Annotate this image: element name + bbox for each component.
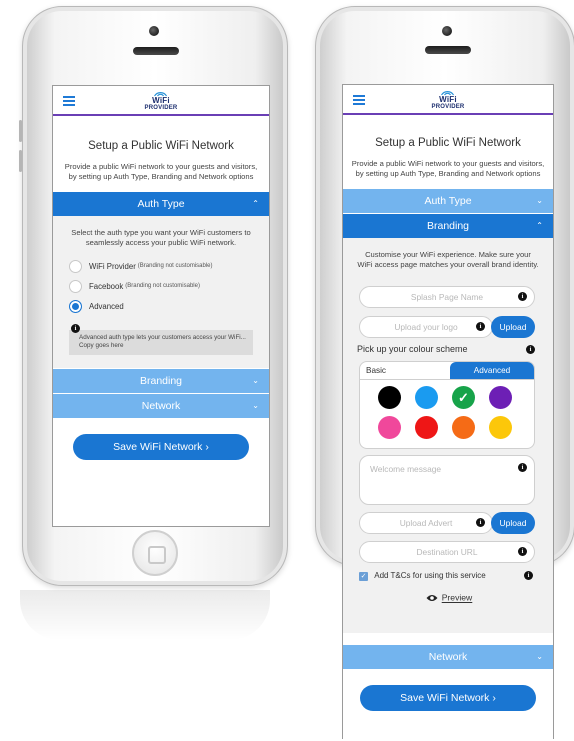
- save-network-button[interactable]: Save WiFi Network ›: [360, 685, 536, 711]
- accordion-label: Branding: [139, 375, 183, 387]
- info-icon: i: [518, 463, 527, 472]
- accordion-network[interactable]: Network ⌄: [343, 645, 553, 669]
- info-icon: i: [476, 518, 485, 527]
- preview-link[interactable]: Preview: [343, 592, 553, 603]
- colour-tabs: Basic Advanced: [360, 362, 534, 380]
- app-header: WiFi PROVIDER: [343, 85, 553, 115]
- phone-reflection: [20, 590, 270, 640]
- radio-button[interactable]: [69, 279, 82, 293]
- tcs-label: Add T&Cs for using this service: [374, 571, 486, 580]
- branding-intro: Customise your WiFi experience. Make sur…: [357, 250, 539, 269]
- tcs-row: ✓ Add T&Cs for using this service i: [359, 570, 535, 584]
- menu-icon[interactable]: [353, 95, 365, 105]
- accordion-label: Auth Type: [137, 198, 185, 210]
- tab-advanced[interactable]: Advanced: [450, 362, 534, 379]
- colour-picker: Basic Advanced ✓: [359, 361, 535, 449]
- info-icon: i: [476, 322, 485, 331]
- colour-swatch-yellow[interactable]: [489, 416, 512, 439]
- left-screen: WiFi PROVIDER Setup a Public WiFi Network…: [52, 85, 270, 527]
- colour-swatch-pink[interactable]: [378, 416, 401, 439]
- page-description: Provide a public WiFi network to your gu…: [351, 159, 545, 178]
- colour-swatch-red[interactable]: [415, 416, 438, 439]
- accordion-label: Network: [141, 400, 181, 412]
- colour-swatch-green[interactable]: ✓: [452, 386, 475, 409]
- splash-page-name-input[interactable]: Splash Page Name i: [359, 286, 535, 308]
- page-title: Setup a Public WiFi Network: [375, 137, 521, 149]
- colour-swatch-purple[interactable]: [489, 386, 512, 409]
- radio-note: (Branding not customisable): [125, 283, 200, 289]
- wifi-provider-logo: WiFi PROVIDER: [432, 89, 465, 111]
- accordion-label: Auth Type: [424, 195, 472, 207]
- info-icon: i: [524, 571, 533, 580]
- accordion-branding[interactable]: Branding ⌃: [343, 214, 553, 238]
- auth-info-box: Advanced auth type lets your customers a…: [69, 330, 253, 355]
- upload-logo-input[interactable]: Upload your logo i: [359, 316, 493, 338]
- accordion: Auth Type ⌃ Select the auth type you wan…: [53, 192, 269, 418]
- page-description: Provide a public WiFi network to your gu…: [64, 162, 258, 181]
- colour-swatch-black[interactable]: [378, 386, 401, 409]
- app-header: WiFi PROVIDER: [53, 86, 269, 116]
- speaker-grille: [425, 46, 471, 54]
- checkmark-icon: ✓: [458, 390, 469, 405]
- home-button[interactable]: [132, 530, 178, 576]
- right-screen: WiFi PROVIDER Setup a Public WiFi Network…: [342, 84, 554, 739]
- page-title: Setup a Public WiFi Network: [88, 140, 234, 152]
- phone-volume-button: [19, 120, 22, 142]
- accordion: Auth Type ⌄ Branding ⌃ Customise your Wi…: [343, 189, 553, 669]
- radio-note: (Branding not customisable): [137, 263, 213, 269]
- camera-icon: [442, 26, 452, 36]
- speaker-grille: [133, 47, 179, 55]
- destination-url-input[interactable]: Destination URL i: [359, 541, 535, 563]
- radio-button[interactable]: [69, 259, 82, 273]
- accordion-label: Branding: [426, 220, 470, 232]
- radio-label: Facebook: [89, 281, 124, 291]
- upload-advert-button[interactable]: Upload: [491, 512, 535, 534]
- branding-panel: Customise your WiFi experience. Make sur…: [343, 238, 553, 633]
- radio-option-facebook[interactable]: Facebook (Branding not customisable): [53, 276, 269, 296]
- main-content: Setup a Public WiFi Network Provide a pu…: [53, 140, 269, 181]
- radio-label: Advanced: [89, 301, 124, 311]
- tcs-checkbox[interactable]: ✓: [359, 571, 368, 581]
- wifi-provider-logo: WiFi PROVIDER: [145, 90, 178, 112]
- save-network-button[interactable]: Save WiFi Network ›: [73, 434, 249, 460]
- info-icon: i: [526, 345, 535, 354]
- chevron-down-icon: ⌄: [252, 401, 259, 410]
- radio-option-advanced[interactable]: Advanced: [53, 296, 269, 316]
- chevron-up-icon: ⌃: [536, 221, 543, 230]
- main-content: Setup a Public WiFi Network Provide a pu…: [343, 137, 553, 178]
- radio-label: WiFi Provider: [89, 261, 136, 271]
- accordion-branding[interactable]: Branding ⌄: [53, 369, 269, 393]
- logo-text: WiFi PROVIDER: [431, 95, 465, 111]
- camera-icon: [149, 26, 159, 36]
- colour-swatch-orange[interactable]: [452, 416, 475, 439]
- upload-logo-button[interactable]: Upload: [491, 316, 535, 338]
- welcome-message-input[interactable]: Welcome message i: [359, 455, 535, 505]
- logo-text: WiFi PROVIDER: [144, 96, 178, 112]
- colour-swatch-blue[interactable]: [415, 386, 438, 409]
- auth-type-panel: Select the auth type you want your WiFi …: [53, 216, 269, 368]
- accordion-network[interactable]: Network ⌄: [53, 394, 269, 418]
- phone-volume-button: [19, 150, 22, 172]
- chevron-down-icon: ⌄: [536, 196, 543, 205]
- chevron-down-icon: ⌄: [536, 652, 543, 661]
- accordion-auth-type[interactable]: Auth Type ⌃: [53, 192, 269, 216]
- tab-basic[interactable]: Basic: [360, 362, 450, 379]
- chevron-down-icon: ⌄: [252, 376, 259, 385]
- info-icon: i: [518, 292, 527, 301]
- auth-type-intro: Select the auth type you want your WiFi …: [71, 228, 251, 247]
- eye-icon: [426, 594, 438, 601]
- chevron-up-icon: ⌃: [252, 199, 259, 208]
- radio-button-checked[interactable]: [69, 299, 82, 313]
- upload-advert-input[interactable]: Upload Advert i: [359, 512, 493, 534]
- accordion-auth-type[interactable]: Auth Type ⌄: [343, 189, 553, 213]
- radio-option-wifi-provider[interactable]: WiFi Provider (Branding not customisable…: [53, 256, 269, 276]
- info-icon: i: [518, 547, 527, 556]
- accordion-label: Network: [428, 651, 468, 663]
- colour-scheme-heading: Pick up your colour scheme i: [357, 344, 537, 354]
- menu-icon[interactable]: [63, 96, 75, 106]
